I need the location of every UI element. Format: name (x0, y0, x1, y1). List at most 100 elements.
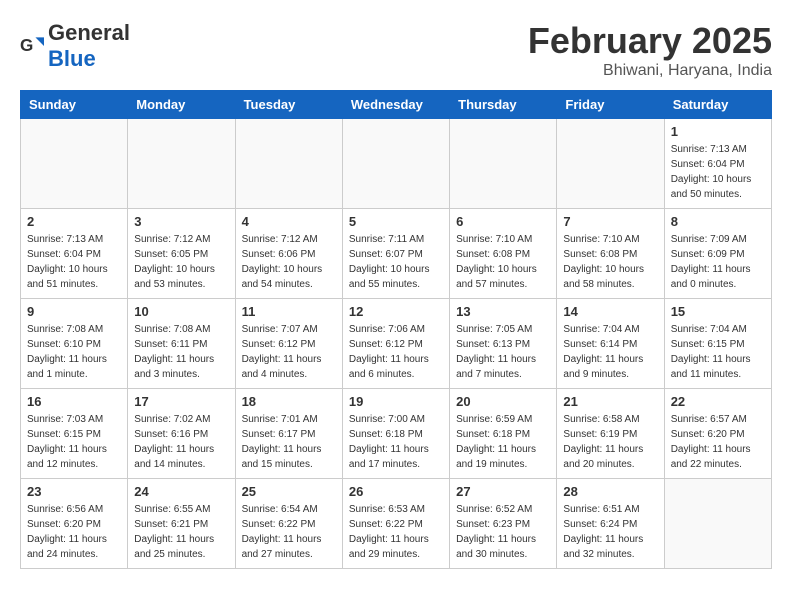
calendar-day-cell: 4 Sunrise: 7:12 AM Sunset: 6:06 PM Daylig… (235, 209, 342, 299)
logo-blue: Blue (48, 46, 96, 71)
weekday-header-cell: Tuesday (235, 91, 342, 119)
day-number: 6 (456, 214, 550, 229)
day-number: 11 (242, 304, 336, 319)
calendar-day-cell: 16 Sunrise: 7:03 AM Sunset: 6:15 PM Dayli… (21, 389, 128, 479)
weekday-header-row: SundayMondayTuesdayWednesdayThursdayFrid… (21, 91, 772, 119)
title-area: February 2025 Bhiwani, Haryana, India (528, 20, 772, 80)
day-info: Sunrise: 6:59 AM Sunset: 6:18 PM Dayligh… (456, 412, 550, 472)
day-number: 5 (349, 214, 443, 229)
calendar-day-cell (235, 119, 342, 209)
calendar-body: 1 Sunrise: 7:13 AM Sunset: 6:04 PM Daylig… (21, 119, 772, 569)
day-info: Sunrise: 7:09 AM Sunset: 6:09 PM Dayligh… (671, 232, 765, 292)
logo: G General Blue (20, 20, 130, 72)
day-number: 26 (349, 484, 443, 499)
day-number: 27 (456, 484, 550, 499)
calendar-table: SundayMondayTuesdayWednesdayThursdayFrid… (20, 90, 772, 569)
day-number: 19 (349, 394, 443, 409)
day-number: 10 (134, 304, 228, 319)
day-info: Sunrise: 6:51 AM Sunset: 6:24 PM Dayligh… (563, 502, 657, 562)
day-number: 18 (242, 394, 336, 409)
weekday-header-cell: Thursday (450, 91, 557, 119)
calendar-day-cell: 12Sunrise: 7:06 AM Sunset: 6:12 PM Dayli… (342, 299, 449, 389)
calendar-day-cell (664, 479, 771, 569)
calendar-day-cell: 21Sunrise: 6:58 AM Sunset: 6:19 PM Dayli… (557, 389, 664, 479)
calendar-day-cell (557, 119, 664, 209)
day-info: Sunrise: 7:05 AM Sunset: 6:13 PM Dayligh… (456, 322, 550, 382)
calendar-day-cell: 18 Sunrise: 7:01 AM Sunset: 6:17 PM Dayli… (235, 389, 342, 479)
calendar-day-cell: 17 Sunrise: 7:02 AM Sunset: 6:16 PM Dayli… (128, 389, 235, 479)
calendar-day-cell: 23 Sunrise: 6:56 AM Sunset: 6:20 PM Dayli… (21, 479, 128, 569)
day-info: Sunrise: 7:12 AM Sunset: 6:05 PM Dayligh… (134, 232, 228, 292)
day-number: 7 (563, 214, 657, 229)
location-subtitle: Bhiwani, Haryana, India (528, 62, 772, 80)
calendar-day-cell: 14 Sunrise: 7:04 AM Sunset: 6:14 PM Dayli… (557, 299, 664, 389)
day-info: Sunrise: 7:10 AM Sunset: 6:08 PM Dayligh… (456, 232, 550, 292)
weekday-header-cell: Monday (128, 91, 235, 119)
day-info: Sunrise: 6:58 AM Sunset: 6:19 PM Dayligh… (563, 412, 657, 472)
day-number: 15 (671, 304, 765, 319)
day-info: Sunrise: 7:03 AM Sunset: 6:15 PM Dayligh… (27, 412, 121, 472)
calendar-day-cell: 15 Sunrise: 7:04 AM Sunset: 6:15 PM Dayli… (664, 299, 771, 389)
calendar-day-cell: 6 Sunrise: 7:10 AM Sunset: 6:08 PM Daylig… (450, 209, 557, 299)
calendar-day-cell (21, 119, 128, 209)
calendar-day-cell: 5 Sunrise: 7:11 AM Sunset: 6:07 PM Daylig… (342, 209, 449, 299)
calendar-day-cell: 20 Sunrise: 6:59 AM Sunset: 6:18 PM Dayli… (450, 389, 557, 479)
weekday-header-cell: Saturday (664, 91, 771, 119)
svg-text:G: G (20, 35, 33, 55)
day-info: Sunrise: 6:55 AM Sunset: 6:21 PM Dayligh… (134, 502, 228, 562)
day-number: 8 (671, 214, 765, 229)
day-info: Sunrise: 7:02 AM Sunset: 6:16 PM Dayligh… (134, 412, 228, 472)
day-info: Sunrise: 6:56 AM Sunset: 6:20 PM Dayligh… (27, 502, 121, 562)
day-number: 24 (134, 484, 228, 499)
header: G General Blue February 2025 Bhiwani, Ha… (20, 20, 772, 80)
day-info: Sunrise: 7:10 AM Sunset: 6:08 PM Dayligh… (563, 232, 657, 292)
calendar-day-cell: 10 Sunrise: 7:08 AM Sunset: 6:11 PM Dayli… (128, 299, 235, 389)
calendar-day-cell: 1Sunrise: 7:13 AM Sunset: 6:04 PM Daylig… (664, 119, 771, 209)
day-number: 25 (242, 484, 336, 499)
calendar-day-cell: 3 Sunrise: 7:12 AM Sunset: 6:05 PM Daylig… (128, 209, 235, 299)
calendar-day-cell: 2Sunrise: 7:13 AM Sunset: 6:04 PM Daylig… (21, 209, 128, 299)
day-info: Sunrise: 7:00 AM Sunset: 6:18 PM Dayligh… (349, 412, 443, 472)
day-info: Sunrise: 6:52 AM Sunset: 6:23 PM Dayligh… (456, 502, 550, 562)
logo-general: General (48, 20, 130, 45)
calendar-day-cell: 25 Sunrise: 6:54 AM Sunset: 6:22 PM Dayli… (235, 479, 342, 569)
calendar-day-cell (128, 119, 235, 209)
day-info: Sunrise: 7:01 AM Sunset: 6:17 PM Dayligh… (242, 412, 336, 472)
day-number: 16 (27, 394, 121, 409)
logo-icon: G (20, 34, 44, 58)
day-info: Sunrise: 7:13 AM Sunset: 6:04 PM Dayligh… (27, 232, 121, 292)
day-info: Sunrise: 7:07 AM Sunset: 6:12 PM Dayligh… (242, 322, 336, 382)
calendar-week-row: 16 Sunrise: 7:03 AM Sunset: 6:15 PM Dayli… (21, 389, 772, 479)
calendar-day-cell (450, 119, 557, 209)
day-info: Sunrise: 6:54 AM Sunset: 6:22 PM Dayligh… (242, 502, 336, 562)
day-info: Sunrise: 7:08 AM Sunset: 6:10 PM Dayligh… (27, 322, 121, 382)
day-number: 1 (671, 124, 765, 139)
calendar-week-row: 9 Sunrise: 7:08 AM Sunset: 6:10 PM Daylig… (21, 299, 772, 389)
day-info: Sunrise: 7:04 AM Sunset: 6:14 PM Dayligh… (563, 322, 657, 382)
day-number: 23 (27, 484, 121, 499)
day-number: 17 (134, 394, 228, 409)
day-info: Sunrise: 7:04 AM Sunset: 6:15 PM Dayligh… (671, 322, 765, 382)
calendar-week-row: 23 Sunrise: 6:56 AM Sunset: 6:20 PM Dayli… (21, 479, 772, 569)
calendar-week-row: 1Sunrise: 7:13 AM Sunset: 6:04 PM Daylig… (21, 119, 772, 209)
calendar-day-cell: 27 Sunrise: 6:52 AM Sunset: 6:23 PM Dayli… (450, 479, 557, 569)
day-number: 28 (563, 484, 657, 499)
weekday-header-cell: Wednesday (342, 91, 449, 119)
month-title: February 2025 (528, 20, 772, 62)
weekday-header-cell: Friday (557, 91, 664, 119)
calendar-day-cell: 28 Sunrise: 6:51 AM Sunset: 6:24 PM Dayli… (557, 479, 664, 569)
day-number: 20 (456, 394, 550, 409)
day-info: Sunrise: 7:12 AM Sunset: 6:06 PM Dayligh… (242, 232, 336, 292)
calendar-day-cell: 7 Sunrise: 7:10 AM Sunset: 6:08 PM Daylig… (557, 209, 664, 299)
day-number: 3 (134, 214, 228, 229)
calendar-day-cell: 24 Sunrise: 6:55 AM Sunset: 6:21 PM Dayli… (128, 479, 235, 569)
day-info: Sunrise: 7:08 AM Sunset: 6:11 PM Dayligh… (134, 322, 228, 382)
day-info: Sunrise: 6:57 AM Sunset: 6:20 PM Dayligh… (671, 412, 765, 472)
day-number: 13 (456, 304, 550, 319)
calendar-day-cell: 8 Sunrise: 7:09 AM Sunset: 6:09 PM Daylig… (664, 209, 771, 299)
calendar-day-cell (342, 119, 449, 209)
day-number: 14 (563, 304, 657, 319)
day-number: 9 (27, 304, 121, 319)
day-number: 4 (242, 214, 336, 229)
day-info: Sunrise: 7:11 AM Sunset: 6:07 PM Dayligh… (349, 232, 443, 292)
